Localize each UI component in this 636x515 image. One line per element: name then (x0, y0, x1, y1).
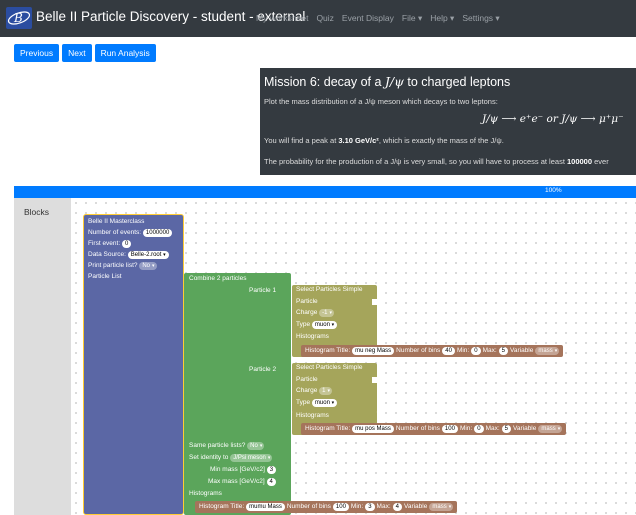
mission-peak-text: You will find a peak at 3.10 GeV/c², whi… (264, 136, 504, 145)
master-title: Belle II Masterclass (88, 218, 145, 225)
next-button[interactable]: Next (62, 44, 92, 62)
print-list-dropdown[interactable]: No ▾ (139, 262, 157, 270)
min-mass-field[interactable]: 3 (266, 466, 277, 474)
hist-min-field[interactable]: 0 (474, 425, 484, 433)
particle2-label: Particle 2 (249, 366, 277, 373)
same-list-dropdown[interactable]: No ▾ (247, 442, 265, 450)
hist-min-field[interactable]: 0 (471, 347, 481, 355)
select1-type-row: Type muon ▾ (296, 321, 338, 329)
nav-help-menu[interactable]: Help ▾ (430, 13, 454, 24)
select2-charge-row: Charge 1 ▾ (296, 387, 332, 395)
hist-title-field[interactable]: mumu Mass (246, 503, 285, 511)
hist-bins-field[interactable]: 40 (442, 347, 455, 355)
select2-connector (372, 377, 377, 383)
particle-list-label: Particle List (88, 273, 122, 280)
hist-title-field[interactable]: mu pos Mass (352, 425, 394, 433)
select1-histograms-label: Histograms (296, 333, 329, 340)
select2-histograms-label: Histograms (296, 412, 329, 419)
mission-panel: Mission 6: decay of a J/ψ to charged lep… (260, 68, 636, 175)
events-field[interactable]: 1000000 (142, 229, 173, 237)
histogram-block-mu-neg[interactable]: Histogram Title: mu neg Mass Number of bi… (301, 345, 564, 357)
hist-title-field[interactable]: mu neg Mass (352, 347, 395, 355)
select1-connector (372, 299, 377, 305)
particle1-label: Particle 1 (249, 287, 277, 294)
data-source-dropdown[interactable]: Belle-2.root ▾ (127, 251, 169, 259)
max-mass-field[interactable]: 4 (266, 478, 276, 486)
first-event-row: First event: 0 (88, 240, 132, 248)
histogram-block-mu-pos[interactable]: Histogram Title: mu pos Mass Number of bi… (301, 423, 567, 435)
select1-charge-row: Charge -1 ▾ (296, 309, 334, 317)
identity-dropdown[interactable]: J/Psi meson ▾ (230, 454, 273, 462)
combine-title: Combine 2 particles (189, 275, 247, 282)
toolbar: Previous Next Run Analysis (14, 44, 156, 62)
histogram-block-mumu[interactable]: Histogram Title: mumu Mass Number of bins… (195, 501, 458, 513)
progress-label: 100% (545, 187, 562, 194)
run-analysis-button[interactable]: Run Analysis (94, 44, 156, 62)
hist-variable-dropdown[interactable]: mass ▾ (535, 347, 560, 355)
progress-bar: 100% (14, 186, 636, 198)
navbar: B Belle II Particle Discovery - student … (0, 0, 636, 37)
combine-histograms-label: Histograms (189, 490, 222, 497)
print-list-row: Print particle list? No ▾ (88, 262, 157, 270)
hist-bins-field[interactable]: 100 (441, 425, 458, 433)
nav-file-menu[interactable]: File ▾ (402, 13, 422, 24)
select1-charge-dropdown[interactable]: -1 ▾ (319, 309, 334, 317)
hist-bins-field[interactable]: 100 (332, 503, 349, 511)
hist-variable-dropdown[interactable]: mass ▾ (429, 503, 454, 511)
decay-equation: J/ψ ⟶ e⁺e⁻ or J/ψ ⟶ μ⁺μ⁻ (482, 113, 624, 125)
nav-links: My worksheet Quiz Event Display File ▾ H… (256, 13, 500, 24)
mission-title: Mission 6: decay of a J/ψ to charged lep… (264, 74, 511, 89)
identity-row: Set identity to J/Psi meson ▾ (189, 454, 273, 462)
mission-probability-text: The probability for the production of a … (264, 157, 609, 166)
hist-variable-dropdown[interactable]: mass ▾ (538, 425, 563, 433)
hist-max-field[interactable]: 5 (498, 347, 508, 355)
belle-logo-icon[interactable]: B (6, 7, 32, 29)
max-mass-row: Max mass [GeV/c2] 4 (208, 478, 276, 486)
hist-max-field[interactable]: 4 (392, 503, 402, 511)
events-row: Number of events: 1000000 (88, 229, 173, 237)
same-list-row: Same particle lists? No ▾ (189, 442, 265, 450)
svg-text:B: B (13, 11, 23, 25)
select2-charge-dropdown[interactable]: 1 ▾ (319, 387, 332, 395)
blocks-toolbox[interactable]: Blocks (14, 198, 71, 515)
select2-title: Select Particles Simple (296, 364, 363, 371)
hist-min-field[interactable]: 3 (365, 503, 375, 511)
hist-max-field[interactable]: 5 (501, 425, 511, 433)
min-mass-row: Min mass [GeV/c2] 3 (210, 466, 277, 474)
first-event-field[interactable]: 0 (121, 240, 132, 248)
data-source-row: Data Source: Belle-2.root ▾ (88, 251, 169, 259)
nav-settings-menu[interactable]: Settings ▾ (462, 13, 499, 24)
select2-type-dropdown[interactable]: muon ▾ (311, 399, 338, 407)
select1-type-dropdown[interactable]: muon ▾ (311, 321, 338, 329)
previous-button[interactable]: Previous (14, 44, 60, 62)
blocks-category[interactable]: Blocks (24, 207, 49, 217)
masterclass-block[interactable]: Belle II Masterclass Number of events: 1… (83, 214, 184, 515)
select1-title: Select Particles Simple (296, 286, 363, 293)
select2-type-row: Type muon ▾ (296, 399, 338, 407)
nav-quiz[interactable]: Quiz (316, 13, 333, 24)
nav-my-worksheet[interactable]: My worksheet (256, 13, 308, 24)
select-particles-block-2[interactable]: Select Particles Simple Particle Charge … (292, 363, 377, 413)
combine-particles-block[interactable]: Combine 2 particles Particle 1 Particle … (184, 273, 291, 515)
select2-particle: Particle (296, 376, 318, 383)
nav-event-display[interactable]: Event Display (342, 13, 394, 24)
select1-particle: Particle (296, 298, 318, 305)
mission-instruction: Plot the mass distribution of a J/ψ meso… (264, 97, 498, 106)
